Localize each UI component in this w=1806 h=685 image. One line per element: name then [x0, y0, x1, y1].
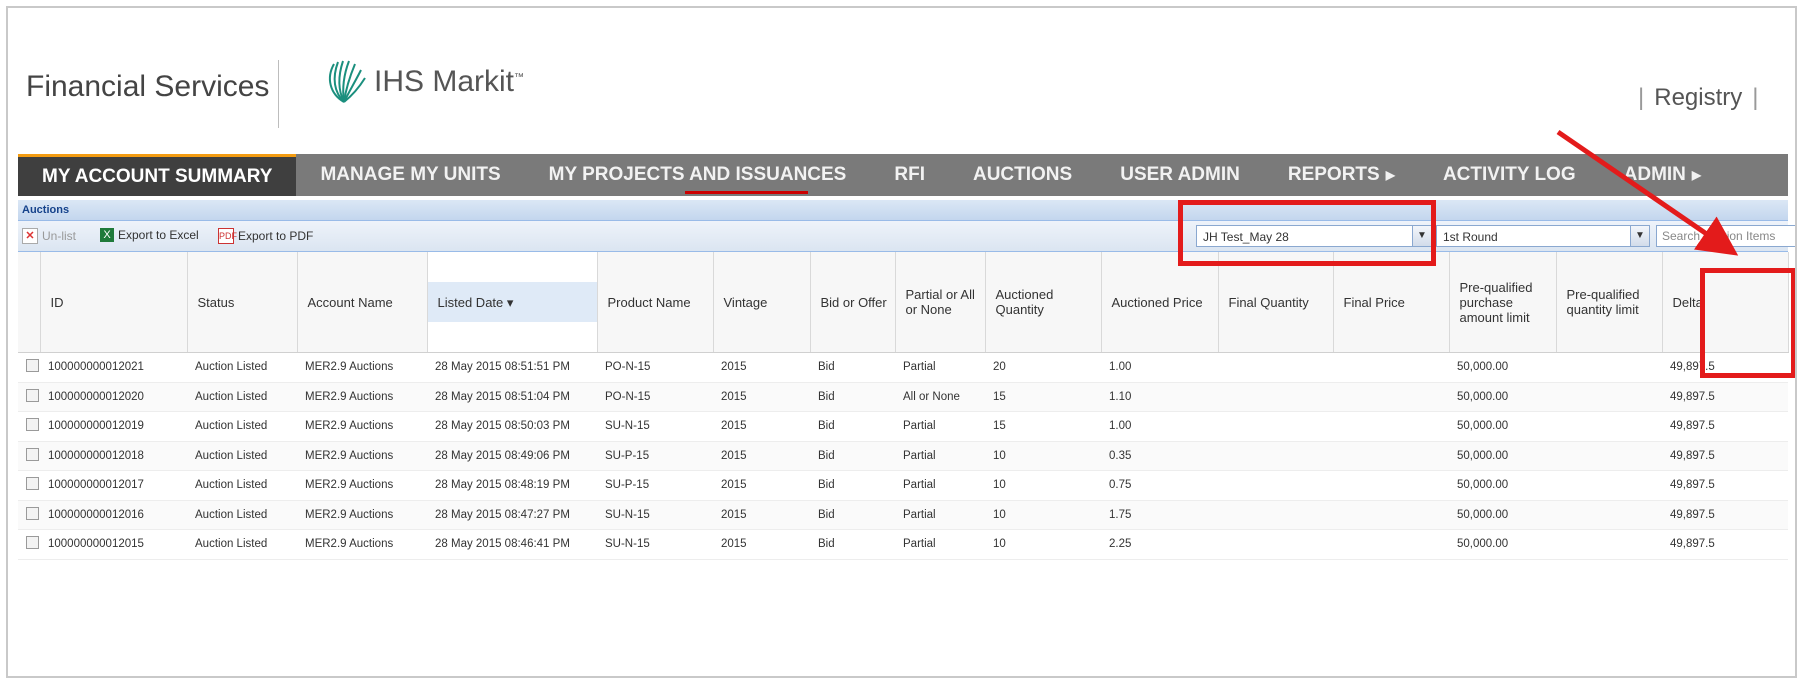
annotation-arrow: [1556, 129, 1739, 256]
screenshot-frame: Financial Services IHS Markit™ | Registry…: [6, 6, 1797, 678]
